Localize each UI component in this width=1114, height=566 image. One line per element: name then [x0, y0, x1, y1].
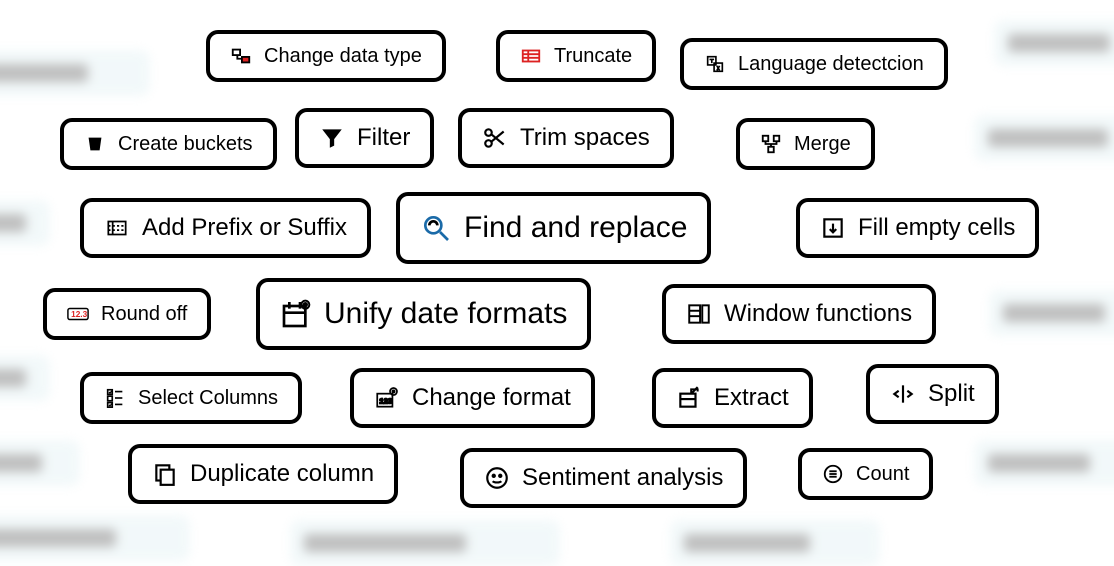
- tile-merge[interactable]: Merge: [736, 118, 875, 170]
- tile-label: Language detectcion: [738, 53, 924, 76]
- tile-label: Count: [856, 463, 909, 486]
- tile-trim-spaces[interactable]: Trim spaces: [458, 108, 674, 168]
- bucket-icon: [84, 133, 106, 155]
- tile-language-detection[interactable]: Language detectcion: [680, 38, 948, 90]
- ghost-tile: [989, 290, 1114, 336]
- window-icon: [686, 301, 712, 327]
- calendar-gear-icon: [280, 298, 312, 330]
- ghost-tile: [974, 115, 1114, 161]
- tile-label: Duplicate column: [190, 460, 374, 488]
- tile-label: Unify date formats: [324, 297, 567, 331]
- ghost-tile: [670, 520, 880, 566]
- tile-select-columns[interactable]: Select Columns: [80, 372, 302, 424]
- merge-icon: [760, 133, 782, 155]
- tile-unify-date-formats[interactable]: Unify date formats: [256, 278, 591, 350]
- round-off-icon: 12.3: [67, 303, 89, 325]
- ghost-tile: [994, 20, 1114, 66]
- tile-extract[interactable]: Extract: [652, 368, 813, 428]
- tile-add-prefix-suffix[interactable]: Add Prefix or Suffix: [80, 198, 371, 258]
- count-icon: [822, 463, 844, 485]
- tile-label: Select Columns: [138, 387, 278, 410]
- tile-label: Window functions: [724, 300, 912, 328]
- language-icon: [704, 53, 726, 75]
- truncate-icon: [520, 45, 542, 67]
- tile-label: Add Prefix or Suffix: [142, 214, 347, 242]
- tile-label: Round off: [101, 303, 187, 326]
- scissors-icon: [482, 125, 508, 151]
- tile-label: Sentiment analysis: [522, 464, 723, 492]
- svg-text:123: 123: [379, 396, 392, 405]
- ghost-tile: [974, 440, 1114, 486]
- tile-round-off[interactable]: 12.3 Round off: [43, 288, 211, 340]
- tile-change-data-type[interactable]: Change data type: [206, 30, 446, 82]
- ghost-tile: [0, 515, 190, 561]
- tile-label: Split: [928, 380, 975, 408]
- select-columns-icon: [104, 387, 126, 409]
- extract-icon: [676, 385, 702, 411]
- find-replace-icon: [420, 212, 452, 244]
- tile-window-functions[interactable]: Window functions: [662, 284, 936, 344]
- tile-sentiment-analysis[interactable]: Sentiment analysis: [460, 448, 747, 508]
- tile-change-format[interactable]: 123 Change format: [350, 368, 595, 428]
- sentiment-icon: [484, 465, 510, 491]
- tile-fill-empty-cells[interactable]: Fill empty cells: [796, 198, 1039, 258]
- ghost-tile: [290, 520, 560, 566]
- data-type-icon: [230, 45, 252, 67]
- tile-label: Filter: [357, 124, 410, 152]
- tile-label: Truncate: [554, 45, 632, 68]
- tile-label: Find and replace: [464, 211, 687, 245]
- tile-create-buckets[interactable]: Create buckets: [60, 118, 277, 170]
- ghost-tile: [0, 50, 150, 96]
- split-icon: [890, 381, 916, 407]
- ghost-tile: [0, 355, 50, 401]
- tile-label: Extract: [714, 384, 789, 412]
- change-format-icon: 123: [374, 385, 400, 411]
- tile-label: Change data type: [264, 45, 422, 68]
- ghost-tile: [0, 440, 80, 486]
- tile-truncate[interactable]: Truncate: [496, 30, 656, 82]
- tile-duplicate-column[interactable]: Duplicate column: [128, 444, 398, 504]
- tile-label: Change format: [412, 384, 571, 412]
- svg-text:12.3: 12.3: [71, 310, 87, 319]
- tile-count[interactable]: Count: [798, 448, 933, 500]
- tile-label: Create buckets: [118, 133, 253, 156]
- tile-filter[interactable]: Filter: [295, 108, 434, 168]
- filter-icon: [319, 125, 345, 151]
- prefix-suffix-icon: [104, 215, 130, 241]
- tile-label: Trim spaces: [520, 124, 650, 152]
- tile-label: Merge: [794, 133, 851, 156]
- fill-down-icon: [820, 215, 846, 241]
- tile-find-and-replace[interactable]: Find and replace: [396, 192, 711, 264]
- tile-split[interactable]: Split: [866, 364, 999, 424]
- duplicate-icon: [152, 461, 178, 487]
- ghost-tile: [0, 200, 50, 246]
- tile-label: Fill empty cells: [858, 214, 1015, 242]
